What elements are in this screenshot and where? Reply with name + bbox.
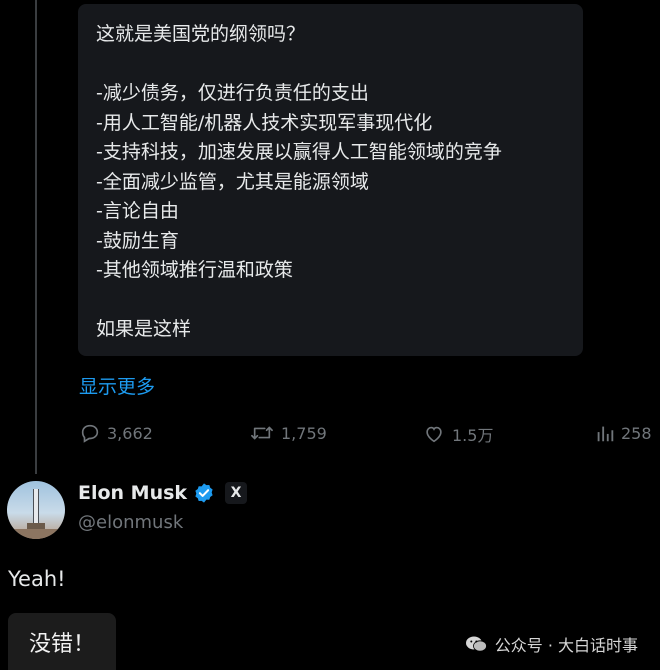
quote-line: 这就是美国党的纲领吗？ [96, 23, 306, 45]
rocket-icon [7, 489, 65, 539]
quote-line [96, 50, 583, 80]
quote-line: -全面减少监管，尤其是能源领域 [96, 170, 369, 193]
author-row: Elon Musk X [78, 482, 248, 504]
views-count: 258 [621, 423, 652, 443]
author-name[interactable]: Elon Musk [78, 482, 187, 504]
quote-line: -其他领域推行温和政策 [96, 259, 293, 281]
reply-count: 3,662 [107, 423, 153, 443]
show-more-link[interactable]: 显示更多 [79, 372, 155, 399]
caption-text: 没错！ [28, 631, 95, 657]
views-button[interactable]: 258 [595, 422, 652, 444]
x-logo-icon: X [225, 482, 248, 504]
quoted-post-card[interactable]: 这就是美国党的纲领吗？ -减少债务，仅进行负责任的支出 -用人工智能/机器人技术… [78, 4, 583, 356]
quote-line [96, 286, 583, 316]
repost-count: 1,759 [281, 423, 327, 443]
watermark-text: 公众号 · 大白话时事 [494, 636, 638, 655]
views-chart-icon [597, 426, 614, 442]
quote-line: -减少债务，仅进行负责任的支出 [96, 82, 369, 104]
quote-line: -鼓励生育 [96, 229, 179, 252]
like-button[interactable]: 1.5万 [422, 422, 493, 446]
heart-icon [426, 426, 442, 443]
wechat-watermark: 公众号 · 大白话时事 [465, 632, 638, 656]
wechat-icon [465, 636, 487, 652]
quote-line: -支持科技，加速发展以赢得人工智能领域的竞争 [96, 141, 502, 163]
repost-icon [251, 426, 273, 440]
thread-connector-line [35, 0, 37, 474]
reply-text: Yeah! [8, 567, 66, 591]
quote-line: -言论自由 [96, 200, 179, 222]
verified-badge-icon [195, 483, 213, 503]
post-action-bar: 3,662 1,759 1.5万 258 [0, 418, 660, 450]
quote-line: -用人工智能/机器人技术实现军事现代化 [96, 111, 433, 134]
author-handle[interactable]: @elonmusk [78, 512, 183, 533]
reply-button[interactable]: 3,662 [79, 422, 153, 444]
quote-line: 如果是这样 [96, 318, 192, 340]
repost-button[interactable]: 1,759 [249, 422, 327, 444]
avatar[interactable] [7, 481, 65, 539]
like-count: 1.5万 [452, 426, 494, 445]
reply-icon [81, 424, 99, 443]
caption-box: 没错！ [8, 613, 116, 670]
